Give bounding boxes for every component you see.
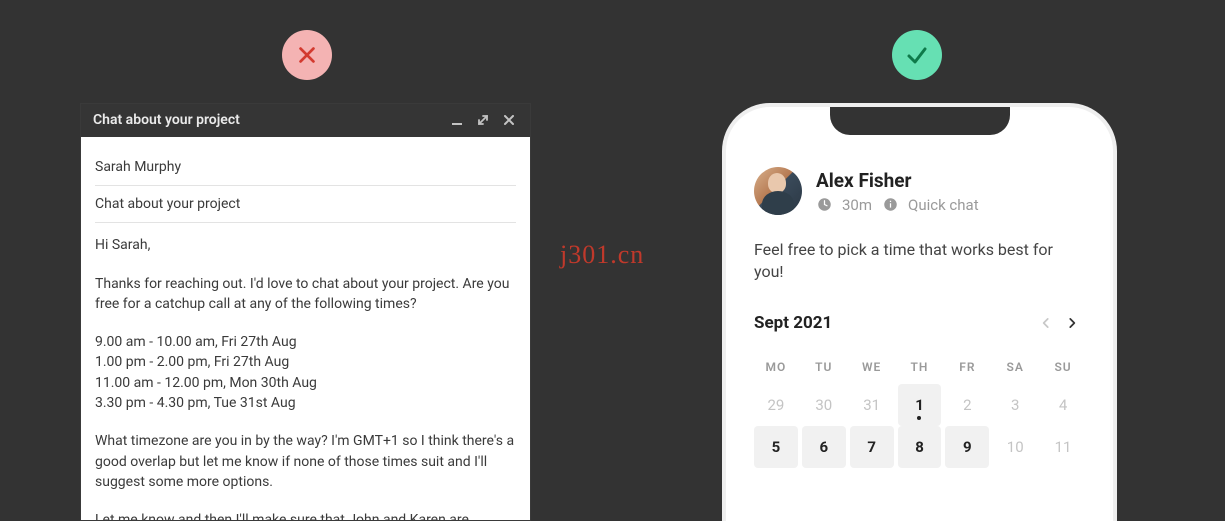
- expand-button[interactable]: [474, 111, 492, 129]
- dow: FR: [945, 354, 989, 384]
- closing-paragraph: Let me know and then I'll make sure that…: [95, 510, 516, 520]
- subject-field[interactable]: Chat about your project: [95, 186, 516, 223]
- calendar-day: 11: [1041, 426, 1085, 468]
- dow: WE: [850, 354, 894, 384]
- calendar-day[interactable]: 6: [802, 426, 846, 468]
- month-nav: Sept 2021: [754, 310, 1085, 336]
- email-body: Sarah Murphy Chat about your project Hi …: [81, 137, 530, 520]
- time-slot: 9.00 am - 10.00 am, Fri 27th Aug: [95, 332, 516, 352]
- calendar: MO TU WE TH FR SA SU 2930311234567891011: [754, 354, 1085, 468]
- booking-page: Alex Fisher 30m Quick chat Feel free to …: [726, 107, 1113, 521]
- calendar-week: 567891011: [754, 426, 1085, 468]
- good-example-badge: [892, 30, 942, 80]
- calendar-day[interactable]: 1: [898, 384, 942, 426]
- email-compose-window: Chat about your project Sarah Murphy Cha…: [80, 103, 531, 521]
- dow-header: MO TU WE TH FR SA SU: [754, 354, 1085, 384]
- calendar-day[interactable]: 5: [754, 426, 798, 468]
- welcome-message: Feel free to pick a time that works best…: [754, 239, 1085, 284]
- x-icon: [296, 44, 318, 66]
- watermark-text: j301.cn: [560, 240, 644, 270]
- clock-icon: [816, 197, 832, 213]
- minimize-button[interactable]: [448, 111, 466, 129]
- email-message[interactable]: Hi Sarah, Thanks for reaching out. I'd l…: [95, 223, 516, 520]
- duration-label: 30m: [842, 196, 872, 214]
- phone-notch: [830, 107, 1010, 135]
- calendar-week: 2930311234: [754, 384, 1085, 426]
- time-slot: 11.00 am - 12.00 pm, Mon 30th Aug: [95, 373, 516, 393]
- email-titlebar: Chat about your project: [81, 104, 530, 137]
- time-slot: 1.00 pm - 2.00 pm, Fri 27th Aug: [95, 352, 516, 372]
- calendar-day: 31: [850, 384, 894, 426]
- calendar-day[interactable]: 7: [850, 426, 894, 468]
- calendar-day: 4: [1041, 384, 1085, 426]
- close-icon: [502, 113, 516, 127]
- minimize-icon: [450, 113, 464, 127]
- intro-paragraph: Thanks for reaching out. I'd love to cha…: [95, 274, 516, 315]
- calendar-day[interactable]: 8: [898, 426, 942, 468]
- bad-example-badge: [282, 30, 332, 80]
- calendar-day: 3: [993, 384, 1037, 426]
- next-month-button[interactable]: [1059, 310, 1085, 336]
- greeting: Hi Sarah,: [95, 235, 516, 255]
- host-name: Alex Fisher: [816, 169, 979, 192]
- host-header: Alex Fisher 30m Quick chat: [754, 167, 1085, 215]
- event-type-label: Quick chat: [908, 196, 979, 214]
- info-icon: [882, 197, 898, 213]
- calendar-day: 30: [802, 384, 846, 426]
- to-field[interactable]: Sarah Murphy: [95, 149, 516, 186]
- avatar: [754, 167, 802, 215]
- timezone-paragraph: What timezone are you in by the way? I'm…: [95, 431, 516, 492]
- time-slots: 9.00 am - 10.00 am, Fri 27th Aug 1.00 pm…: [95, 332, 516, 413]
- calendar-day[interactable]: 9: [945, 426, 989, 468]
- phone-mockup: Alex Fisher 30m Quick chat Feel free to …: [722, 103, 1117, 521]
- calendar-day: 10: [993, 426, 1037, 468]
- email-title: Chat about your project: [93, 112, 240, 128]
- close-button[interactable]: [500, 111, 518, 129]
- calendar-day: 29: [754, 384, 798, 426]
- today-dot-icon: [917, 416, 921, 420]
- time-slot: 3.30 pm - 4.30 pm, Tue 31st Aug: [95, 393, 516, 413]
- check-icon: [905, 43, 929, 67]
- chevron-right-icon: [1065, 316, 1079, 330]
- dow: SA: [993, 354, 1037, 384]
- chevron-left-icon: [1039, 316, 1053, 330]
- dow: TH: [898, 354, 942, 384]
- dow: MO: [754, 354, 798, 384]
- host-subline: 30m Quick chat: [816, 196, 979, 214]
- month-label: Sept 2021: [754, 313, 1033, 333]
- calendar-day: 2: [945, 384, 989, 426]
- dow: SU: [1041, 354, 1085, 384]
- prev-month-button[interactable]: [1033, 310, 1059, 336]
- expand-icon: [476, 113, 490, 127]
- dow: TU: [802, 354, 846, 384]
